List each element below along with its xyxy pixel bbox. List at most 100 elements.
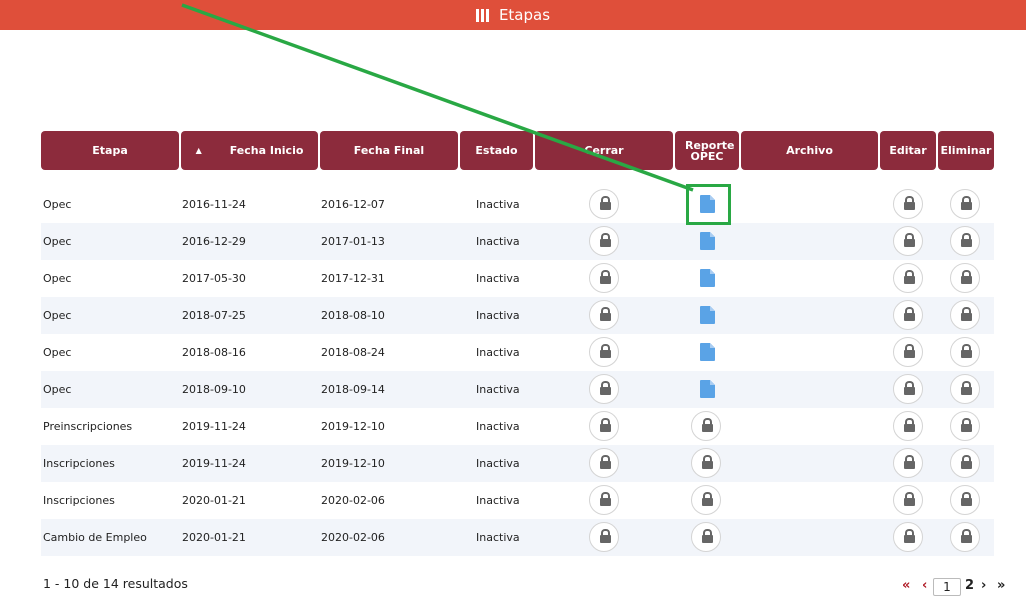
lock-icon — [599, 233, 611, 248]
lock-icon — [960, 418, 972, 433]
close-button[interactable] — [589, 263, 619, 293]
cell-fecha-final: 2020-02-06 — [321, 494, 385, 507]
page-title: Etapas — [498, 6, 551, 24]
lock-icon — [903, 307, 915, 322]
cell-etapa: Cambio de Empleo — [43, 531, 147, 544]
close-button[interactable] — [589, 300, 619, 330]
cell-estado: Inactiva — [476, 309, 520, 322]
cell-etapa: Opec — [43, 272, 72, 285]
lock-icon — [599, 307, 611, 322]
edit-button[interactable] — [893, 263, 923, 293]
edit-button[interactable] — [893, 189, 923, 219]
table-row: Opec 2018-08-16 2018-08-24 Inactiva — [41, 334, 994, 371]
cell-fecha-inicio: 2018-08-16 — [182, 346, 246, 359]
delete-button[interactable] — [950, 485, 980, 515]
first-page-button[interactable]: « — [902, 578, 910, 593]
cell-fecha-inicio: 2020-01-21 — [182, 494, 246, 507]
report-opec-button[interactable] — [691, 485, 721, 515]
report-opec-button[interactable] — [691, 448, 721, 478]
delete-button[interactable] — [950, 226, 980, 256]
edit-button[interactable] — [893, 300, 923, 330]
edit-button[interactable] — [893, 374, 923, 404]
table-row: Preinscripciones 2019-11-24 2019-12-10 Inac… — [41, 408, 994, 445]
delete-button[interactable] — [950, 300, 980, 330]
file-icon[interactable] — [700, 269, 715, 287]
cell-fecha-final: 2018-09-14 — [321, 383, 385, 396]
prev-page-button[interactable]: ‹ — [922, 578, 927, 593]
lock-icon — [903, 196, 915, 211]
lock-icon — [599, 270, 611, 285]
edit-button[interactable] — [893, 522, 923, 552]
close-button[interactable] — [589, 189, 619, 219]
column-header-reporte-opec: Reporte OPEC — [675, 131, 739, 170]
column-header-etapa[interactable]: Etapa — [41, 131, 179, 170]
edit-button[interactable] — [893, 411, 923, 441]
sort-ascending-icon[interactable]: ▲ — [196, 145, 202, 156]
bars-icon — [475, 8, 492, 22]
cell-fecha-final: 2019-12-10 — [321, 457, 385, 470]
lock-icon — [960, 492, 972, 507]
column-header-archivo: Archivo — [741, 131, 878, 170]
top-bar: Etapas — [0, 0, 1026, 30]
file-icon[interactable] — [700, 380, 715, 398]
lock-icon — [960, 270, 972, 285]
cell-fecha-inicio: 2017-05-30 — [182, 272, 246, 285]
lock-icon — [903, 455, 915, 470]
cell-fecha-final: 2018-08-10 — [321, 309, 385, 322]
cell-estado: Inactiva — [476, 494, 520, 507]
close-button[interactable] — [589, 411, 619, 441]
delete-button[interactable] — [950, 263, 980, 293]
results-count: 1 - 10 de 14 resultados — [43, 576, 188, 591]
delete-button[interactable] — [950, 189, 980, 219]
column-header-fecha-final[interactable]: Fecha Final — [320, 131, 458, 170]
cell-etapa: Opec — [43, 383, 72, 396]
column-header-fecha-inicio[interactable]: ▲ Fecha Inicio — [181, 131, 318, 170]
edit-button[interactable] — [893, 448, 923, 478]
lock-icon — [960, 344, 972, 359]
current-page-input[interactable]: 1 — [933, 578, 961, 596]
lock-icon — [599, 196, 611, 211]
cell-estado: Inactiva — [476, 272, 520, 285]
lock-icon — [903, 529, 915, 544]
lock-icon — [960, 455, 972, 470]
close-button[interactable] — [589, 522, 619, 552]
cell-fecha-inicio: 2016-11-24 — [182, 198, 246, 211]
table-row: Opec 2016-11-24 2016-12-07 Inactiva — [41, 186, 994, 223]
close-button[interactable] — [589, 448, 619, 478]
cell-etapa: Inscripciones — [43, 457, 115, 470]
highlight-box — [686, 184, 731, 225]
edit-button[interactable] — [893, 226, 923, 256]
delete-button[interactable] — [950, 411, 980, 441]
page-2-link[interactable]: 2 — [965, 578, 974, 593]
close-button[interactable] — [589, 485, 619, 515]
lock-icon — [599, 418, 611, 433]
cell-estado: Inactiva — [476, 198, 520, 211]
file-icon[interactable] — [700, 306, 715, 324]
close-button[interactable] — [589, 374, 619, 404]
delete-button[interactable] — [950, 448, 980, 478]
next-page-button[interactable]: › — [981, 578, 986, 593]
report-opec-button[interactable] — [691, 522, 721, 552]
report-opec-button[interactable] — [691, 411, 721, 441]
last-page-button[interactable]: » — [997, 578, 1005, 593]
file-icon[interactable] — [700, 343, 715, 361]
cell-etapa: Opec — [43, 346, 72, 359]
edit-button[interactable] — [893, 337, 923, 367]
cell-etapa: Inscripciones — [43, 494, 115, 507]
lock-icon — [960, 307, 972, 322]
column-header-estado[interactable]: Estado — [460, 131, 533, 170]
delete-button[interactable] — [950, 374, 980, 404]
edit-button[interactable] — [893, 485, 923, 515]
delete-button[interactable] — [950, 522, 980, 552]
cell-estado: Inactiva — [476, 457, 520, 470]
cell-fecha-final: 2019-12-10 — [321, 420, 385, 433]
lock-icon — [599, 492, 611, 507]
close-button[interactable] — [589, 226, 619, 256]
close-button[interactable] — [589, 337, 619, 367]
lock-icon — [960, 233, 972, 248]
delete-button[interactable] — [950, 337, 980, 367]
table-row: Cambio de Empleo 2020-01-21 2020-02-06 Inac… — [41, 519, 994, 556]
lock-icon — [903, 492, 915, 507]
file-icon[interactable] — [700, 232, 715, 250]
cell-fecha-inicio: 2018-09-10 — [182, 383, 246, 396]
